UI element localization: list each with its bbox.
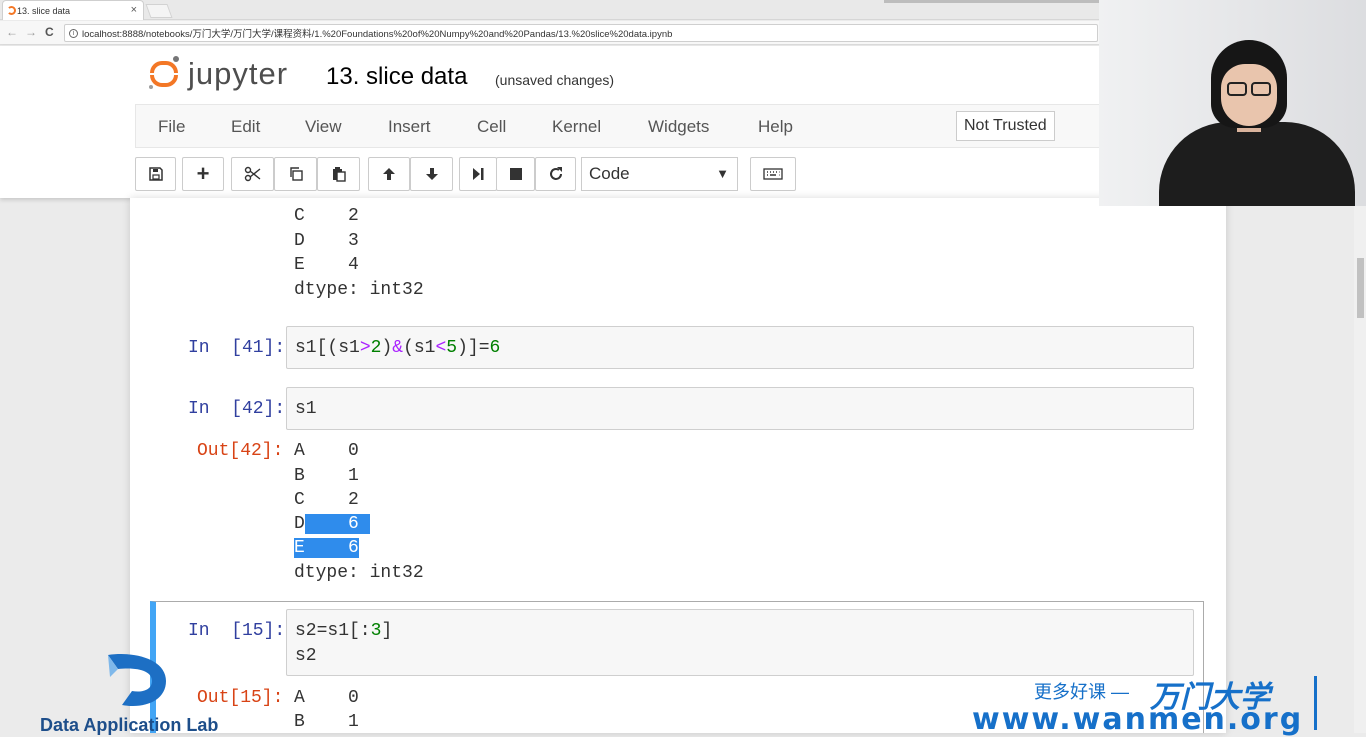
webcam-overlay xyxy=(1099,0,1366,206)
restart-button[interactable] xyxy=(535,157,576,191)
scrollbar-thumb[interactable] xyxy=(1357,258,1364,318)
command-palette-button[interactable] xyxy=(750,157,796,191)
wanmen-url: www.wanmen.org xyxy=(972,702,1304,737)
dal-logo-icon xyxy=(108,654,166,706)
tab-title: 13. slice data xyxy=(17,5,71,16)
code-line: s2=s1[:3] xyxy=(295,621,393,641)
code-input[interactable]: s2=s1[:3] s2 xyxy=(286,609,1194,676)
browser-tab[interactable]: 13. slice data × xyxy=(2,0,144,20)
menu-edit[interactable]: Edit xyxy=(231,117,260,137)
jupyter-header: jupyter 13. slice data (unsaved changes)… xyxy=(0,46,1100,198)
step-forward-icon xyxy=(473,168,484,180)
url-text: localhost:8888/notebooks/万门大学/万门大学/课程资料/… xyxy=(82,29,673,40)
move-up-button[interactable] xyxy=(368,157,410,191)
insert-cell-button[interactable]: + xyxy=(182,157,224,191)
interrupt-button[interactable] xyxy=(496,157,535,191)
wanmen-watermark: 更多好课 — 万门大学 www.wanmen.org xyxy=(972,672,1332,737)
menu-insert[interactable]: Insert xyxy=(388,117,431,137)
code-line: s1[(s1>2)&(s1<5)]=6 xyxy=(295,338,501,358)
menu-view[interactable]: View xyxy=(305,117,342,137)
scissors-icon xyxy=(244,166,260,182)
cut-button[interactable] xyxy=(231,157,274,191)
input-prompt: In [41]: xyxy=(188,338,286,358)
code-input[interactable]: s1[(s1>2)&(s1<5)]=6 xyxy=(286,326,1194,369)
menu-kernel[interactable]: Kernel xyxy=(552,117,601,137)
output-prompt: Out[42]: xyxy=(197,441,284,461)
cell-type-select[interactable]: Code ▼ xyxy=(581,157,738,191)
input-prompt: In [15]: xyxy=(188,621,286,641)
menu-file[interactable]: File xyxy=(158,117,185,137)
jupyter-logo-icon xyxy=(148,55,180,93)
paste-button[interactable] xyxy=(317,157,360,191)
menu-help[interactable]: Help xyxy=(758,117,793,137)
chevron-down-icon: ▼ xyxy=(716,166,729,181)
save-status: (unsaved changes) xyxy=(495,72,615,88)
copy-icon xyxy=(289,167,303,181)
input-prompt: In [42]: xyxy=(188,399,286,419)
output-row: A 0 xyxy=(294,688,359,708)
menu-widgets[interactable]: Widgets xyxy=(648,117,709,137)
wanmen-tagline: 更多好课 — xyxy=(1034,682,1130,702)
arrow-down-icon xyxy=(425,168,438,180)
menu-bar: File Edit View Insert Cell Kernel Widget… xyxy=(135,104,1100,148)
move-down-button[interactable] xyxy=(410,157,453,191)
output-row: C 2 xyxy=(294,490,359,510)
reload-icon[interactable]: C xyxy=(45,25,54,39)
tab-close-icon[interactable]: × xyxy=(131,4,137,16)
notebook-container: C 2 D 3 E 4 dtype: int32 In [41]: s1[(s1… xyxy=(130,198,1226,733)
jupyter-logo[interactable]: jupyter xyxy=(148,55,288,93)
glasses-icon xyxy=(1227,82,1247,96)
code-line: s2 xyxy=(295,646,317,666)
notebook-title[interactable]: 13. slice data xyxy=(326,63,467,91)
back-icon[interactable]: ← xyxy=(6,25,18,39)
cell-type-value: Code xyxy=(589,164,630,183)
output-line: C 2 xyxy=(294,206,359,226)
output-row-selected: E 6 xyxy=(294,538,359,558)
run-button[interactable] xyxy=(459,157,497,191)
output-line: E 4 xyxy=(294,255,359,275)
plus-icon: + xyxy=(196,161,210,186)
save-button[interactable] xyxy=(135,157,176,191)
not-trusted-button[interactable]: Not Trusted xyxy=(956,111,1055,141)
output-row: A 0 xyxy=(294,441,359,461)
paste-icon xyxy=(332,167,346,182)
copy-button[interactable] xyxy=(274,157,317,191)
output-row: B 1 xyxy=(294,712,359,732)
output-row: B 1 xyxy=(294,466,359,486)
presenter-body xyxy=(1159,122,1355,206)
dal-watermark: Data Application Lab xyxy=(40,651,250,735)
output-row-selected: D 6 xyxy=(294,514,370,534)
jupyter-favicon-icon xyxy=(7,6,16,15)
arrow-up-icon xyxy=(383,168,395,180)
output-line: D 3 xyxy=(294,231,359,251)
address-bar[interactable]: i localhost:8888/notebooks/万门大学/万门大学/课程资… xyxy=(64,24,1098,42)
divider xyxy=(1314,676,1317,730)
output-dtype: dtype: int32 xyxy=(294,563,424,583)
info-icon[interactable]: i xyxy=(69,28,78,38)
stop-icon xyxy=(509,168,522,180)
save-icon xyxy=(148,167,163,181)
new-tab-button[interactable] xyxy=(145,4,173,18)
code-line: s1 xyxy=(295,399,317,419)
forward-icon[interactable]: → xyxy=(25,25,37,39)
code-input[interactable]: s1 xyxy=(286,387,1194,430)
menu-cell[interactable]: Cell xyxy=(477,117,506,137)
output-line: dtype: int32 xyxy=(294,280,424,300)
restart-icon xyxy=(549,167,562,180)
logo-text: jupyter xyxy=(188,56,289,91)
keyboard-icon xyxy=(763,168,783,180)
page-scrollbar[interactable] xyxy=(1354,206,1366,733)
